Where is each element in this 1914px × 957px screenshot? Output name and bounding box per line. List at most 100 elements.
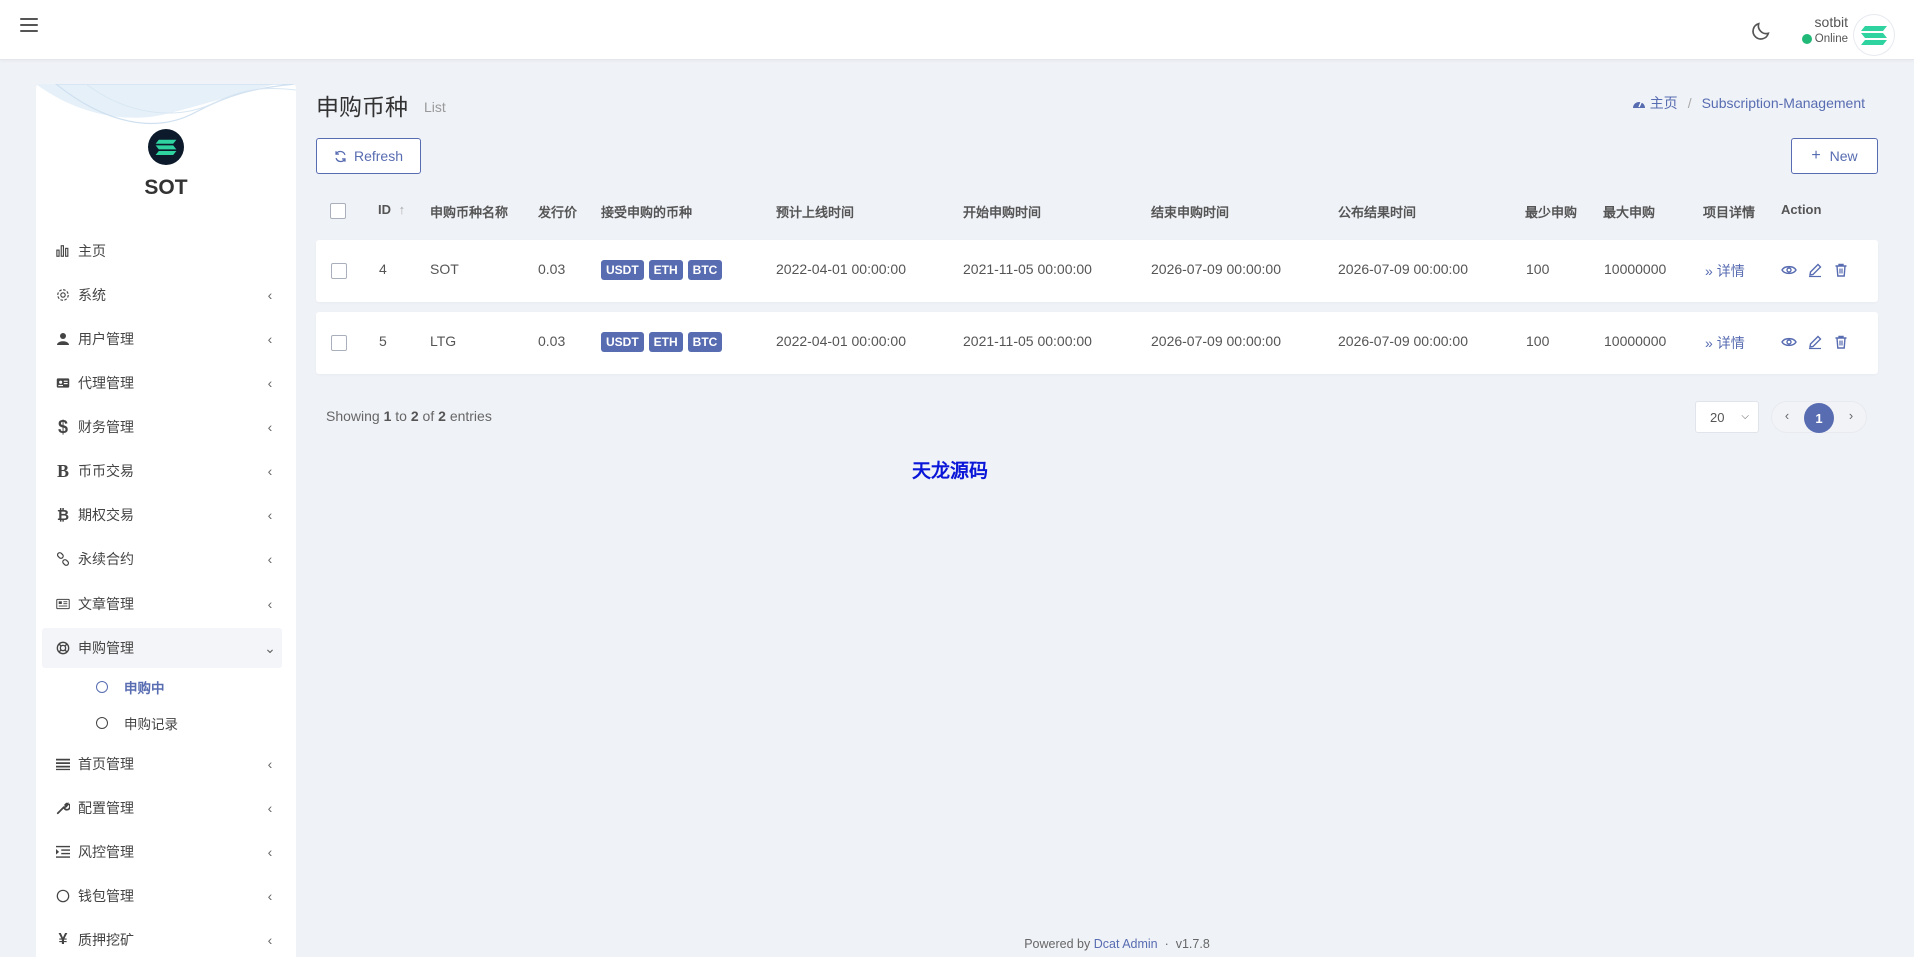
showing-from: 1 — [383, 408, 392, 424]
page-title: 申购币种 — [316, 94, 408, 120]
double-chevron-right-icon: » — [1705, 335, 1713, 351]
next-page-button[interactable]: › — [1842, 408, 1860, 426]
sidebar-subitem-label: 申购记录 — [124, 717, 178, 732]
sidebar-item-homepage[interactable]: 首页管理 ‹ — [42, 744, 282, 784]
sidebar-subitem-subscribing[interactable]: 申购中 — [96, 675, 165, 699]
showing-entries-word: entries — [449, 408, 492, 424]
sidebar-item-label: 主页 — [78, 243, 106, 259]
column-header-min: 最少申购 — [1525, 205, 1578, 220]
column-header-label: ID — [378, 202, 391, 217]
cell-name: LTG — [430, 333, 457, 349]
column-header-id[interactable]: ID ↑ — [378, 202, 405, 217]
footer-powered-by: Powered by — [1024, 937, 1091, 951]
sidebar-item-label: 币币交易 — [78, 463, 134, 479]
sidebar-item-label: 系统 — [78, 287, 106, 303]
prev-page-button[interactable]: ‹ — [1778, 408, 1796, 426]
sidebar-item-options[interactable]: ₿ 期权交易 ‹ — [42, 495, 282, 535]
menu-toggle-icon[interactable] — [20, 18, 38, 34]
sidebar-item-risk[interactable]: 风控管理 ‹ — [42, 832, 282, 872]
cell-online-time: 2022-04-01 00:00:00 — [776, 333, 906, 349]
row-checkbox[interactable] — [331, 263, 347, 279]
sidebar-item-label: 期权交易 — [78, 507, 134, 523]
dashboard-icon — [1632, 101, 1645, 108]
showing-of-word: of — [422, 408, 435, 424]
chevron-left-icon: ‹ — [267, 888, 273, 904]
breadcrumb: 主页 / Subscription-Management — [1632, 93, 1865, 113]
edit-icon[interactable] — [1807, 334, 1823, 350]
showing-total: 2 — [438, 408, 446, 424]
showing-to: 2 — [410, 408, 419, 424]
sidebar-item-home[interactable]: 主页 — [42, 231, 282, 271]
link-icon — [42, 551, 70, 567]
detail-link-label: 详情 — [1716, 335, 1745, 351]
footer-link[interactable]: Dcat Admin — [1094, 937, 1158, 951]
sidebar-item-subscription[interactable]: 申购管理 ⌄ — [42, 628, 282, 668]
per-page-select[interactable]: 20 ⌵ — [1695, 401, 1759, 433]
select-all-checkbox[interactable] — [330, 203, 346, 219]
table-row: 4 SOT 0.03 USDT ETH BTC 2022-04-01 00:00:0… — [316, 240, 1878, 302]
detail-link[interactable]: » 详情 — [1705, 261, 1745, 281]
sidebar-subitem-records[interactable]: 申购记录 — [96, 711, 178, 735]
sidebar-item-config[interactable]: 配置管理 ‹ — [42, 788, 282, 828]
new-button[interactable]: + New — [1791, 138, 1878, 174]
cell-name: SOT — [430, 261, 459, 277]
cell-currencies: USDT ETH BTC — [601, 332, 727, 352]
page-button-current[interactable]: 1 — [1804, 403, 1834, 433]
cell-id: 4 — [379, 261, 387, 277]
table-header: ID ↑ 申购币种名称 发行价 接受申购的币种 预计上线时间 开始申购时间 结束… — [316, 192, 1878, 228]
trash-icon[interactable] — [1833, 262, 1849, 278]
footer-version: v1.7.8 — [1175, 937, 1210, 951]
cell-price: 0.03 — [538, 261, 566, 277]
sidebar-item-perpetual[interactable]: 永续合约 ‹ — [42, 539, 282, 579]
chevron-down-icon: ⌄ — [264, 639, 276, 656]
watermark-text: 天龙源码 — [912, 461, 989, 482]
detail-link[interactable]: » 详情 — [1705, 333, 1745, 353]
trash-icon[interactable] — [1833, 334, 1849, 350]
chevron-left-icon: ‹ — [267, 596, 273, 612]
plus-icon: + — [1811, 147, 1821, 164]
sidebar-item-articles[interactable]: 文章管理 ‹ — [42, 584, 282, 624]
column-header-name: 申购币种名称 — [430, 205, 509, 220]
user-status-label: Online — [1814, 33, 1848, 45]
per-page-value: 20 — [1710, 409, 1725, 425]
currency-badge: ETH — [648, 260, 683, 280]
cell-publish-time: 2026-07-09 00:00:00 — [1338, 333, 1468, 349]
gear-icon — [42, 287, 70, 303]
pagination-summary: Showing 1 to 2 of 2 entries — [326, 408, 492, 424]
cell-publish-time: 2026-07-09 00:00:00 — [1338, 261, 1468, 277]
circle-icon — [96, 681, 108, 693]
footer: Powered by Dcat Admin · v1.7.8 — [0, 937, 1914, 951]
sidebar-item-wallet[interactable]: 钱包管理 ‹ — [42, 876, 282, 916]
breadcrumb-home-link[interactable]: 主页 — [1650, 93, 1678, 113]
view-icon[interactable] — [1781, 262, 1797, 278]
edit-icon[interactable] — [1807, 262, 1823, 278]
user-status: Online — [1801, 33, 1848, 45]
top-navbar: sotbit Online — [0, 0, 1914, 60]
circle-icon — [96, 717, 108, 729]
column-header-detail: 项目详情 — [1703, 205, 1756, 220]
avatar[interactable] — [1854, 15, 1894, 55]
sort-arrow-icon[interactable]: ↑ — [399, 202, 406, 217]
sidebar-item-users[interactable]: 用户管理 ‹ — [42, 319, 282, 359]
refresh-button[interactable]: Refresh — [316, 138, 421, 174]
sidebar-item-finance[interactable]: $ 财务管理 ‹ — [42, 407, 282, 447]
row-checkbox[interactable] — [331, 335, 347, 351]
cell-end-time: 2026-07-09 00:00:00 — [1151, 261, 1281, 277]
showing-prefix: Showing — [326, 408, 380, 424]
column-header-price: 发行价 — [538, 205, 578, 220]
currency-badge: ETH — [648, 332, 683, 352]
user-menu[interactable]: sotbit Online — [1790, 12, 1910, 55]
dark-mode-icon[interactable] — [1750, 20, 1772, 42]
refresh-icon — [335, 150, 346, 162]
sidebar-item-spot-trading[interactable]: B 币币交易 ‹ — [42, 451, 282, 491]
column-header-currencies: 接受申购的币种 — [601, 205, 693, 220]
chevron-left-icon: ‹ — [267, 375, 273, 391]
view-icon[interactable] — [1781, 334, 1797, 350]
column-header-publish-time: 公布结果时间 — [1338, 205, 1417, 220]
cell-price: 0.03 — [538, 333, 566, 349]
sidebar-item-system[interactable]: 系统 ‹ — [42, 275, 282, 315]
breadcrumb-current: Subscription-Management — [1701, 95, 1865, 111]
sidebar-item-agents[interactable]: 代理管理 ‹ — [42, 363, 282, 403]
cell-start-time: 2021-11-05 00:00:00 — [963, 333, 1092, 349]
column-header-start-time: 开始申购时间 — [963, 205, 1042, 220]
